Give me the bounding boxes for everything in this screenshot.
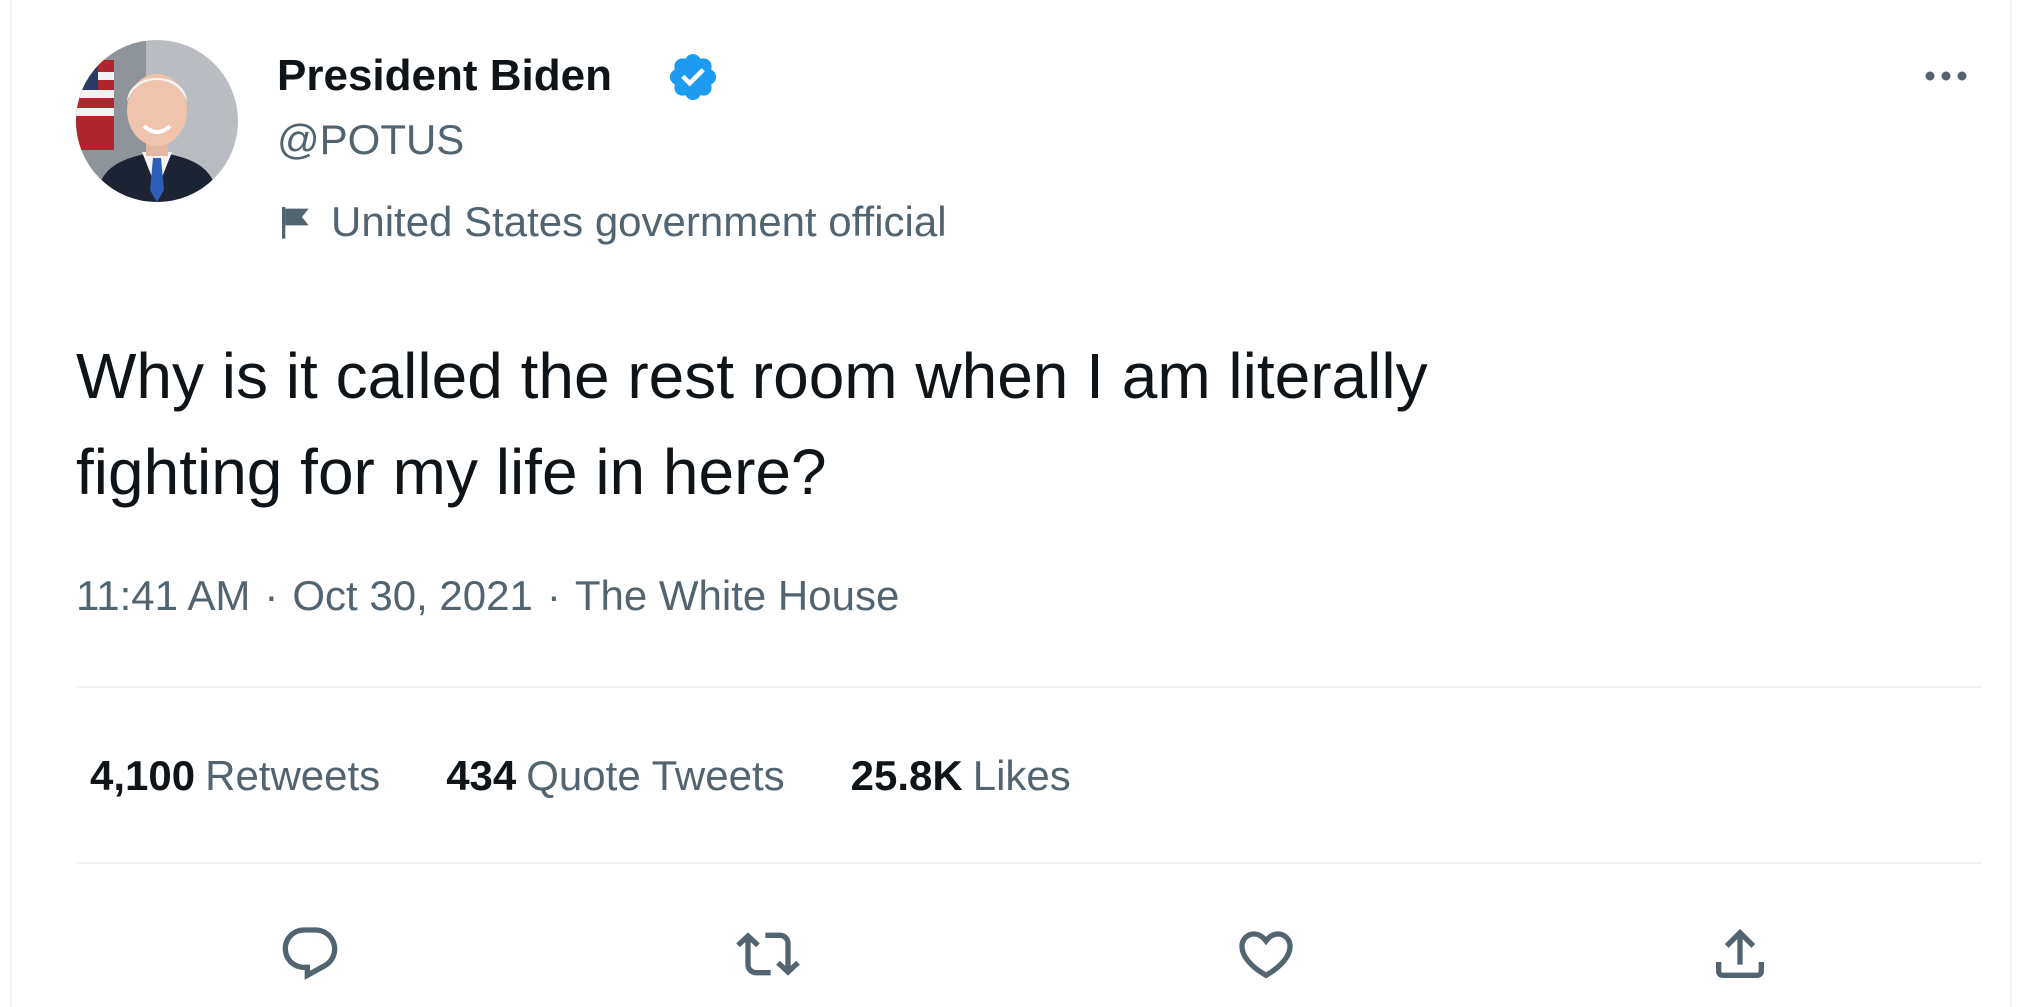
avatar-photo [76, 40, 238, 202]
quote-tweets-label: Quote Tweets [526, 752, 785, 799]
government-label: United States government official [277, 194, 947, 250]
reply-icon [282, 927, 338, 980]
likes-stat[interactable]: 25.8K Likes [851, 748, 1071, 804]
retweets-stat[interactable]: 4,100 Retweets [90, 748, 380, 804]
retweet-icon [736, 932, 800, 976]
quote-tweets-stat[interactable]: 434 Quote Tweets [446, 748, 784, 804]
reply-button[interactable] [274, 918, 346, 990]
verified-badge-icon [669, 53, 717, 101]
tweet-metadata: 11:41 AM · Oct 30, 2021 · The White House [76, 568, 899, 624]
tweet-source[interactable]: The White House [575, 572, 899, 619]
tweet-stats: 4,100 Retweets 434 Quote Tweets 25.8K Likes [90, 748, 1137, 804]
retweets-count: 4,100 [90, 752, 196, 799]
more-options-icon[interactable] [1920, 56, 1972, 96]
tweet-page: President Biden @POTUS United States gov… [0, 0, 2024, 1007]
user-handle[interactable]: @POTUS [277, 112, 464, 168]
tweet-card: President Biden @POTUS United States gov… [10, 0, 2012, 1007]
tweet-text: Why is it called the rest room when I am… [76, 328, 1936, 520]
government-label-text: United States government official [331, 198, 947, 245]
divider [76, 862, 1982, 864]
heart-icon [1239, 931, 1293, 979]
flag-icon [282, 207, 309, 239]
tweet-text-line: Why is it called the rest room when I am… [76, 340, 1428, 412]
like-button[interactable] [1230, 918, 1302, 990]
share-button[interactable] [1704, 918, 1776, 990]
display-name[interactable]: President Biden [277, 48, 612, 104]
tweet-time[interactable]: 11:41 AM [76, 572, 250, 619]
tweet-date[interactable]: Oct 30, 2021 [292, 572, 533, 619]
share-icon [1716, 928, 1764, 978]
separator: · [546, 572, 561, 619]
likes-count: 25.8K [850, 752, 963, 799]
likes-label: Likes [972, 752, 1071, 799]
quote-tweets-count: 434 [446, 752, 517, 799]
separator: · [264, 572, 279, 619]
tweet-text-line: fighting for my life in here? [76, 436, 827, 508]
retweet-button[interactable] [732, 918, 804, 990]
retweets-label: Retweets [205, 752, 381, 799]
divider [76, 686, 1982, 688]
avatar[interactable] [76, 40, 238, 202]
